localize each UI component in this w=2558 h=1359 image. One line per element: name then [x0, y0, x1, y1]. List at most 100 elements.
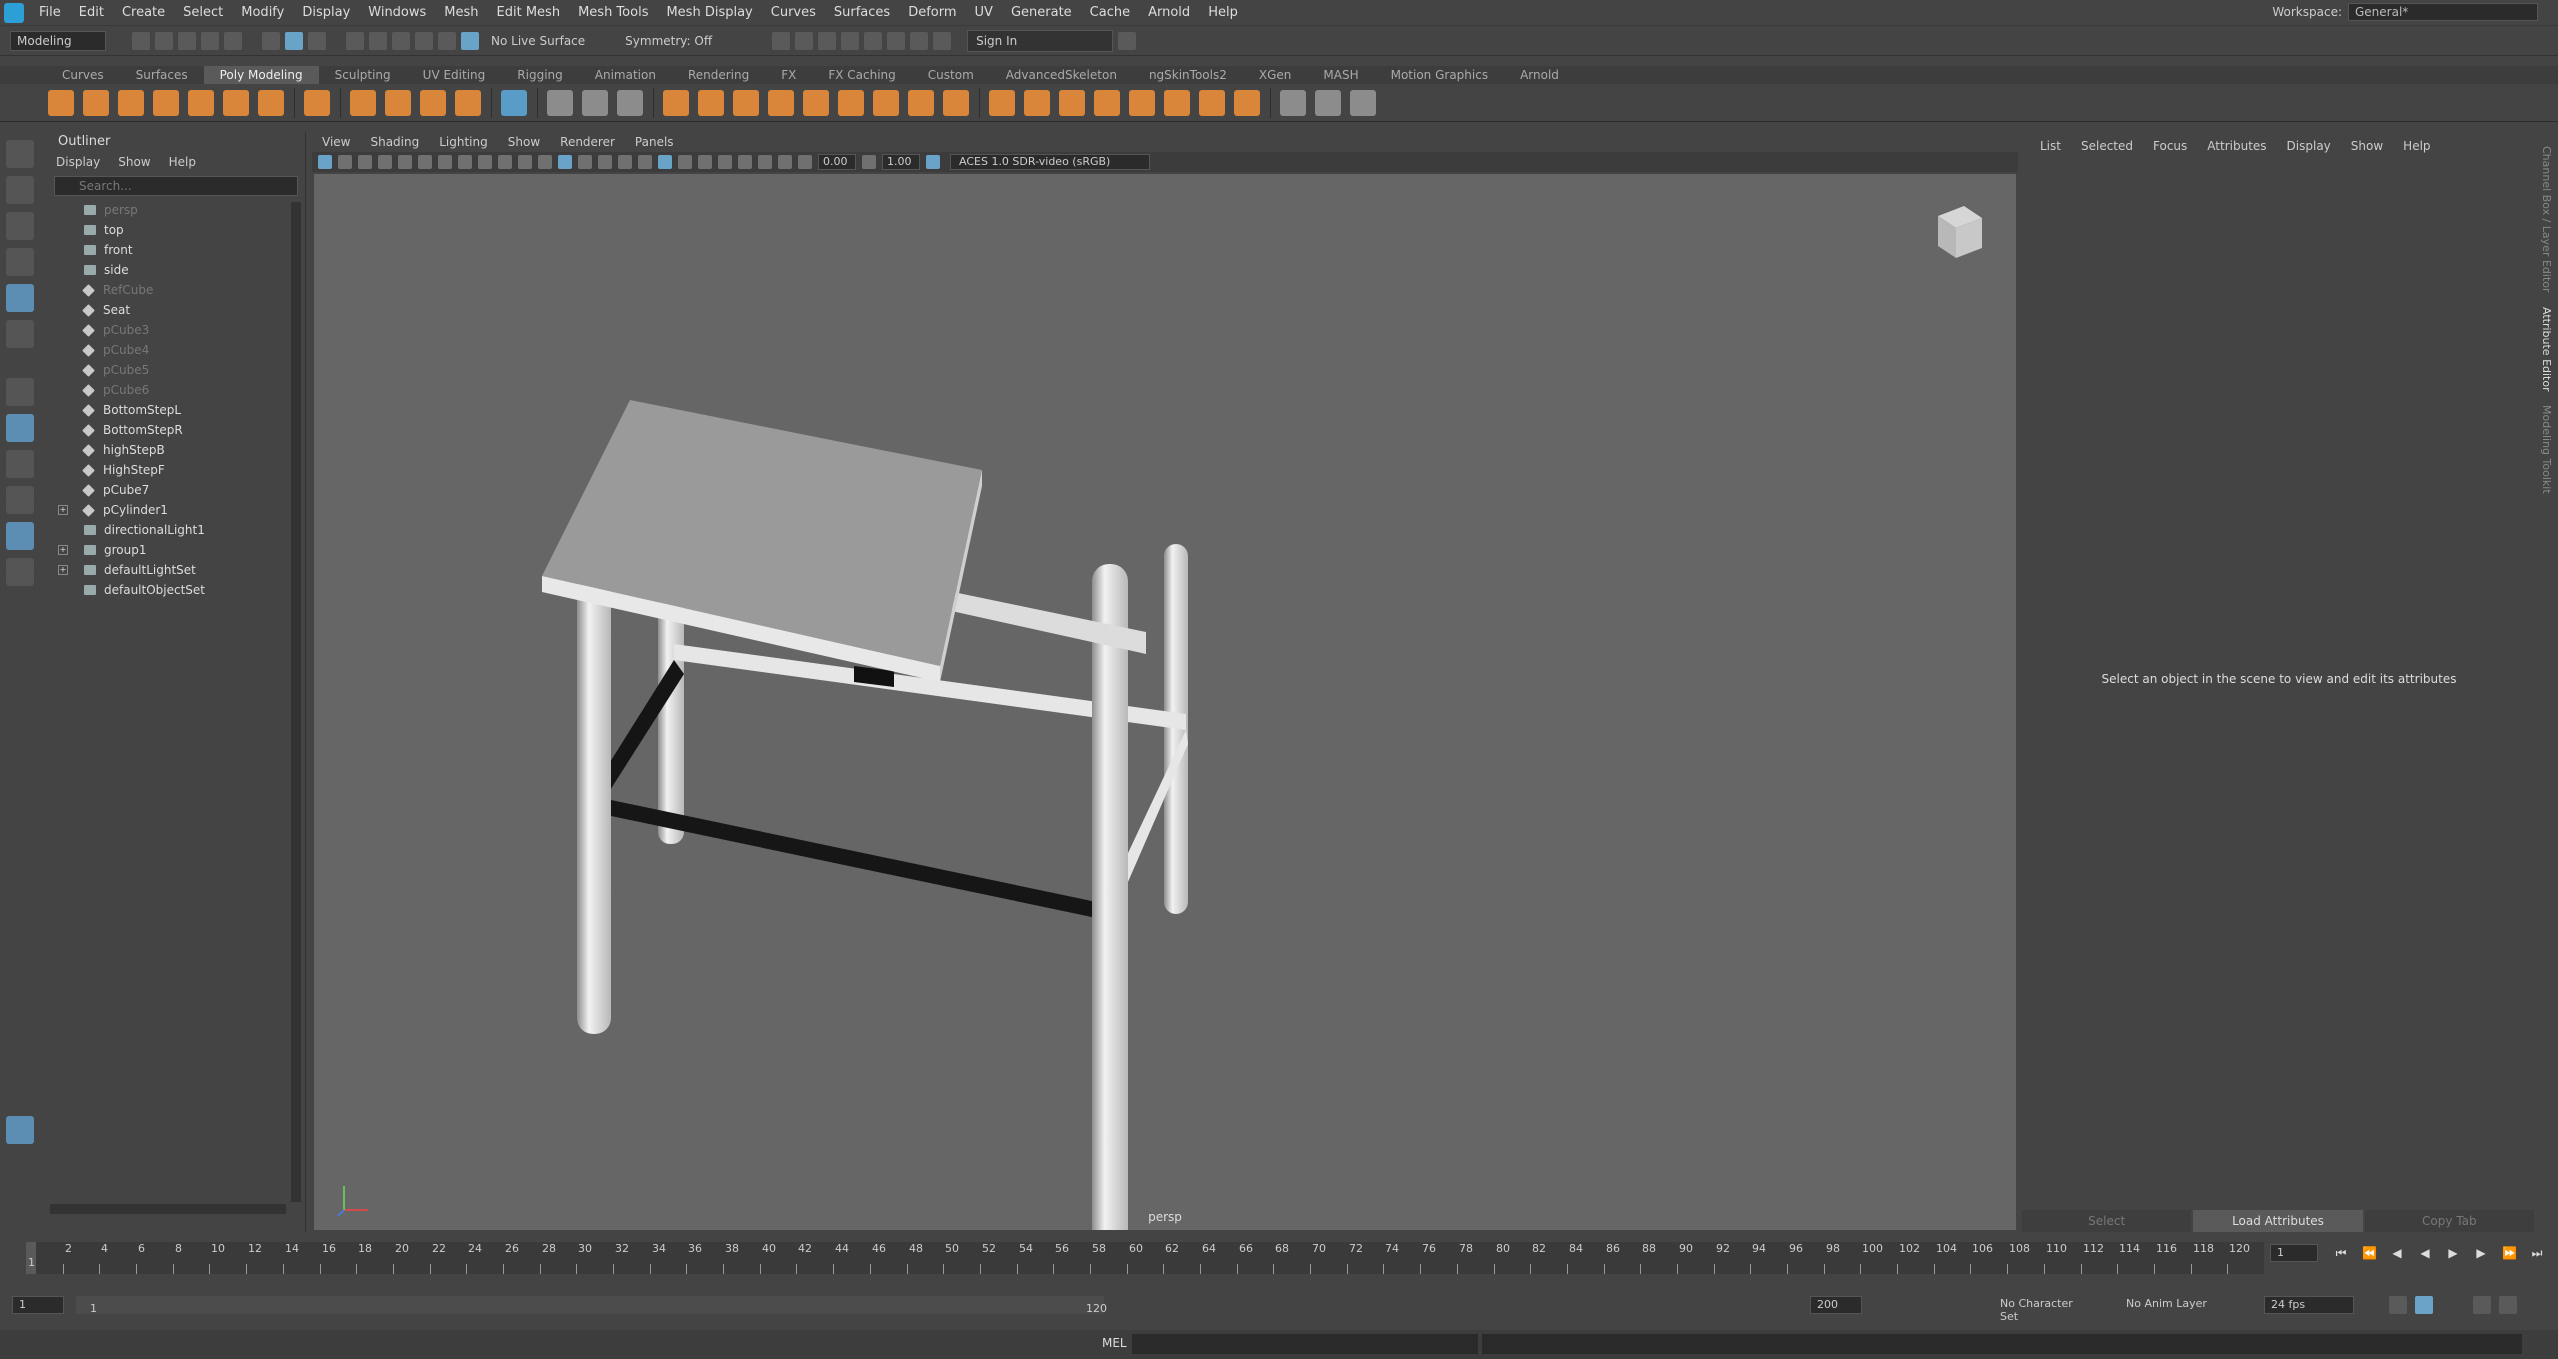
- outliner-item[interactable]: pCube6: [44, 380, 305, 400]
- motion-blur-icon[interactable]: [678, 155, 692, 169]
- render-settings-icon[interactable]: [841, 31, 860, 50]
- menu-edit-mesh[interactable]: Edit Mesh: [488, 5, 570, 20]
- attr-menu-attributes[interactable]: Attributes: [2197, 139, 2276, 153]
- outliner-item[interactable]: front: [44, 240, 305, 260]
- snap-curve-icon[interactable]: [369, 31, 387, 50]
- auto-key-icon[interactable]: [2415, 1296, 2433, 1314]
- sign-in-dropdown[interactable]: Sign In: [967, 29, 1114, 52]
- shadows-icon[interactable]: [638, 155, 652, 169]
- help-icon[interactable]: [1118, 31, 1137, 50]
- offset-edge-loop-icon[interactable]: [1129, 89, 1155, 116]
- use-lights-icon[interactable]: [618, 155, 632, 169]
- menu-windows[interactable]: Windows: [359, 5, 435, 20]
- scene-end-field[interactable]: 200: [1810, 1296, 1862, 1314]
- gamma-icon[interactable]: [862, 155, 876, 169]
- exposure-field[interactable]: 0.00: [818, 154, 856, 170]
- shelf-tab-arnold[interactable]: Arnold: [1504, 66, 1575, 84]
- wireframe-icon[interactable]: [538, 155, 552, 169]
- outliner-menu-show[interactable]: Show: [118, 155, 150, 169]
- outliner-item[interactable]: side: [44, 260, 305, 280]
- poly-count-icon[interactable]: [501, 89, 527, 116]
- attr-menu-display[interactable]: Display: [2277, 139, 2341, 153]
- shelf-tab-advancedskeleton[interactable]: AdvancedSkeleton: [990, 66, 1133, 84]
- svg-icon[interactable]: [455, 89, 481, 116]
- go-to-start-icon[interactable]: ⏮: [2334, 1246, 2348, 1260]
- sound-icon[interactable]: [2473, 1296, 2491, 1314]
- pause-icon[interactable]: [933, 31, 952, 50]
- menu-mesh[interactable]: Mesh: [435, 5, 487, 20]
- smooth-icon[interactable]: [617, 89, 643, 116]
- outliner-item[interactable]: BottomStepR: [44, 420, 305, 440]
- super-shape-icon[interactable]: [350, 89, 376, 116]
- select-camera-icon[interactable]: [318, 155, 332, 169]
- mode-dropdown[interactable]: Modeling: [10, 30, 106, 51]
- outliner-menu-help[interactable]: Help: [169, 155, 196, 169]
- exposure-icon[interactable]: [798, 155, 812, 169]
- menu-modify[interactable]: Modify: [232, 5, 293, 20]
- expand-icon[interactable]: +: [58, 545, 68, 555]
- rotate-tool-icon[interactable]: [6, 284, 34, 312]
- menu-surfaces[interactable]: Surfaces: [825, 5, 899, 20]
- symmetry-dropdown[interactable]: Symmetry: Off: [625, 34, 712, 48]
- gate-mask-icon[interactable]: [458, 155, 472, 169]
- attr-menu-focus[interactable]: Focus: [2143, 139, 2197, 153]
- safe-title-icon[interactable]: [518, 155, 532, 169]
- hypershade-icon[interactable]: [864, 31, 883, 50]
- preferences-icon[interactable]: [2499, 1296, 2517, 1314]
- anti-aliasing-icon[interactable]: [698, 155, 712, 169]
- outliner-item[interactable]: pCube7: [44, 480, 305, 500]
- open-scene-icon[interactable]: [155, 31, 173, 50]
- target-weld-icon[interactable]: [943, 89, 969, 116]
- channel-box-tab[interactable]: Channel Box / Layer Editor: [2540, 146, 2553, 293]
- film-gate-icon[interactable]: [418, 155, 432, 169]
- select-component-icon[interactable]: [308, 31, 326, 50]
- 3d-viewport[interactable]: persp: [314, 174, 2016, 1230]
- paint-select-icon[interactable]: [6, 212, 34, 240]
- lasso-tool-icon[interactable]: [6, 176, 34, 204]
- quad-draw-icon[interactable]: [1059, 89, 1085, 116]
- modeling-toolkit-tab[interactable]: Modeling Toolkit: [2540, 405, 2553, 494]
- outliner-item[interactable]: pCube4: [44, 340, 305, 360]
- time-ruler[interactable]: 1 2 4 6 8 10 12 14 16 18 20 22 24 26 28 30 32 34 36 38 40 42…: [26, 1242, 2264, 1274]
- snap-point-icon[interactable]: [392, 31, 410, 50]
- outliner-vertical-scrollbar[interactable]: [291, 202, 301, 1202]
- expand-icon[interactable]: +: [58, 505, 68, 515]
- character-set-dropdown[interactable]: No Character Set: [1994, 1296, 2094, 1323]
- shelf-tab-rigging[interactable]: Rigging: [501, 66, 578, 84]
- search-icon[interactable]: [6, 558, 34, 586]
- viewport-menu-lighting[interactable]: Lighting: [429, 135, 498, 149]
- sweep-mesh-icon[interactable]: [385, 89, 411, 116]
- combine-icon[interactable]: [547, 89, 573, 116]
- attribute-editor-tab[interactable]: Attribute Editor: [2540, 307, 2553, 392]
- shelf-tab-rendering[interactable]: Rendering: [672, 66, 765, 84]
- bookmark-icon[interactable]: [358, 155, 372, 169]
- select-hierarchy-icon[interactable]: [262, 31, 280, 50]
- ambient-occlusion-icon[interactable]: [658, 155, 672, 169]
- menu-mesh-display[interactable]: Mesh Display: [657, 5, 761, 20]
- play-backwards-icon[interactable]: ◀: [2418, 1246, 2432, 1260]
- menu-mesh-tools[interactable]: Mesh Tools: [569, 5, 657, 20]
- viewport-menu-panels[interactable]: Panels: [625, 135, 684, 149]
- shelf-tab-poly-modeling[interactable]: Poly Modeling: [203, 66, 319, 84]
- outliner-item[interactable]: HighStepF: [44, 460, 305, 480]
- poly-cube-icon[interactable]: [83, 89, 109, 116]
- command-input[interactable]: [1132, 1334, 1478, 1354]
- scale-tool-icon[interactable]: [6, 320, 34, 348]
- append-icon[interactable]: [838, 89, 864, 116]
- outliner-item[interactable]: top: [44, 220, 305, 240]
- insert-edge-loop-icon[interactable]: [1024, 89, 1050, 116]
- arnold-ipr-icon[interactable]: [910, 31, 929, 50]
- maya-home-icon[interactable]: [6, 1116, 34, 1144]
- menu-curves[interactable]: Curves: [762, 5, 825, 20]
- select-tool-icon[interactable]: [6, 140, 34, 168]
- safe-action-icon[interactable]: [498, 155, 512, 169]
- step-back-frame-icon[interactable]: ◀: [2390, 1246, 2404, 1260]
- field-chart-icon[interactable]: [478, 155, 492, 169]
- outliner-layout-icon[interactable]: [6, 522, 34, 550]
- shelf-tab-surfaces[interactable]: Surfaces: [120, 66, 204, 84]
- load-attributes-button[interactable]: Load Attributes: [2193, 1210, 2363, 1232]
- workspace-dropdown[interactable]: General*: [2348, 3, 2538, 21]
- live-surface-label[interactable]: No Live Surface: [491, 34, 585, 48]
- play-forwards-icon[interactable]: ▶: [2446, 1246, 2460, 1260]
- outliner-item[interactable]: highStepB: [44, 440, 305, 460]
